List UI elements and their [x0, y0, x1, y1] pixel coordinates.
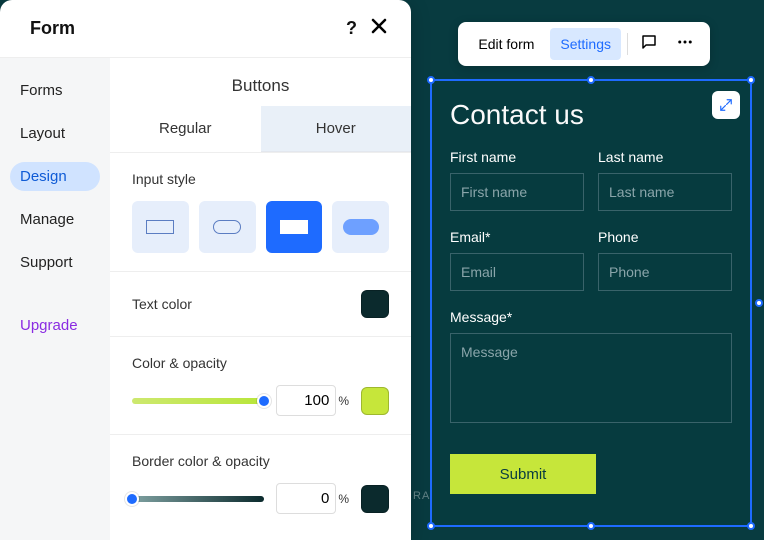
border-color-opacity-group: Border color & opacity 0 %	[110, 434, 411, 532]
submit-button[interactable]: Submit	[450, 454, 596, 494]
sidebar-item-manage[interactable]: Manage	[10, 205, 100, 234]
opacity-slider[interactable]	[132, 398, 264, 404]
color-opacity-group: Color & opacity 100 %	[110, 336, 411, 434]
sidebar-item-forms[interactable]: Forms	[10, 76, 100, 105]
settings-button[interactable]: Settings	[550, 28, 621, 60]
form-design-panel: Form ? Forms Layout Design Manage Suppor…	[0, 0, 411, 540]
color-opacity-label: Color & opacity	[132, 355, 389, 371]
text-color-group: Text color	[110, 271, 411, 336]
more-icon[interactable]	[670, 29, 700, 60]
edit-form-button[interactable]: Edit form	[468, 28, 544, 60]
panel-content: Buttons Regular Hover Input style Text c…	[110, 58, 411, 540]
selection-handle[interactable]	[427, 522, 435, 530]
message-label: Message*	[450, 309, 732, 325]
selection-handle[interactable]	[587, 76, 595, 84]
input-style-label: Input style	[132, 171, 389, 187]
tab-hover[interactable]: Hover	[261, 106, 412, 151]
border-color-opacity-label: Border color & opacity	[132, 453, 389, 469]
sidebar-item-layout[interactable]: Layout	[10, 119, 100, 148]
sidebar-item-support[interactable]: Support	[10, 248, 100, 277]
style-option-rect-outline[interactable]	[132, 201, 189, 253]
form-title: Contact us	[450, 99, 732, 131]
tab-regular[interactable]: Regular	[110, 106, 261, 151]
last-name-input[interactable]	[598, 173, 732, 211]
opacity-value[interactable]: 100	[276, 385, 336, 416]
brand-watermark: RA	[413, 490, 430, 502]
selection-handle[interactable]	[755, 299, 763, 307]
selection-handle[interactable]	[747, 76, 755, 84]
first-name-input[interactable]	[450, 173, 584, 211]
border-color-opacity-swatch[interactable]	[361, 485, 389, 513]
sidebar-item-upgrade[interactable]: Upgrade	[10, 311, 100, 340]
sidebar-item-design[interactable]: Design	[10, 162, 100, 191]
color-opacity-swatch[interactable]	[361, 387, 389, 415]
phone-label: Phone	[598, 229, 732, 245]
last-name-label: Last name	[598, 149, 732, 165]
first-name-label: First name	[450, 149, 584, 165]
border-opacity-value[interactable]: 0	[276, 483, 336, 514]
help-icon[interactable]: ?	[346, 18, 357, 39]
section-title: Buttons	[110, 58, 411, 106]
style-option-pill-fill[interactable]	[332, 201, 389, 253]
style-tabs: Regular Hover	[110, 106, 411, 152]
email-input[interactable]	[450, 253, 584, 291]
selection-handle[interactable]	[747, 522, 755, 530]
border-opacity-slider[interactable]	[132, 496, 264, 502]
opacity-unit: %	[338, 394, 349, 408]
selection-handle[interactable]	[427, 76, 435, 84]
input-style-group: Input style	[110, 152, 411, 271]
text-color-label: Text color	[132, 296, 192, 312]
panel-header: Form ?	[0, 0, 411, 58]
email-label: Email*	[450, 229, 584, 245]
border-opacity-unit: %	[338, 492, 349, 506]
expand-icon[interactable]	[712, 91, 740, 119]
chat-icon[interactable]	[634, 29, 664, 60]
close-icon[interactable]	[371, 18, 387, 39]
toolbar-separator	[627, 33, 628, 55]
text-color-swatch[interactable]	[361, 290, 389, 318]
form-preview-canvas[interactable]: Contact us First name Last name Email* P…	[430, 79, 752, 527]
style-option-rect-fill[interactable]	[266, 201, 323, 253]
message-input[interactable]	[450, 333, 732, 423]
phone-input[interactable]	[598, 253, 732, 291]
style-option-pill-outline[interactable]	[199, 201, 256, 253]
panel-title: Form	[30, 18, 75, 39]
panel-sidebar: Forms Layout Design Manage Support Upgra…	[0, 58, 110, 540]
selection-handle[interactable]	[587, 522, 595, 530]
canvas-toolbar: Edit form Settings	[458, 22, 710, 66]
